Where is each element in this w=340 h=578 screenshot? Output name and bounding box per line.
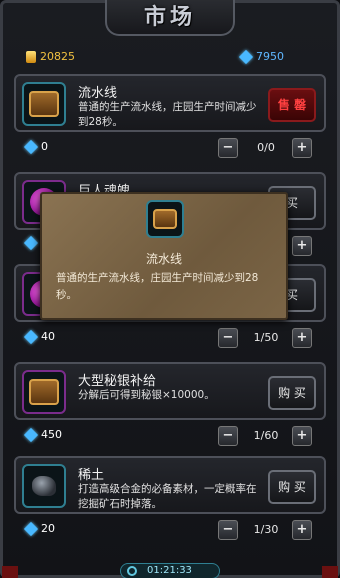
item-icon-frame[interactable] [22, 82, 66, 126]
currency-bar: 20825 7950 [14, 48, 326, 70]
tooltip-icon-frame [146, 200, 184, 238]
increase-button[interactable]: + [292, 328, 312, 348]
corner-ornament [322, 566, 338, 578]
decrease-button[interactable]: − [218, 138, 238, 158]
item-card[interactable]: 大型秘银补给 分解后可得到秘银×10000。 购 买 [14, 362, 326, 420]
item-purchase-row: 40 − 1/50 + [14, 326, 326, 350]
item-name: 大型秘银补给 [78, 374, 157, 389]
gem-icon [23, 329, 39, 344]
corner-ornament [2, 566, 18, 578]
item-desc: 分解后可得到秘银×10000。 [78, 389, 215, 401]
rock-icon [32, 476, 56, 496]
chest-icon [29, 379, 59, 405]
gem-icon [23, 139, 39, 154]
clock-icon [127, 566, 137, 576]
item-card[interactable]: 流水线 普通的生产流水线，庄园生产时间减少到28秒。 售 罄 [14, 74, 326, 132]
refresh-timer: 01:21:33 [120, 563, 220, 578]
quantity-value: 1/60 [253, 429, 279, 442]
item-purchase-row: 450 − 1/60 + [14, 424, 326, 448]
quantity-value: 0/0 [257, 141, 275, 154]
gem-icon [238, 49, 254, 64]
chest-icon [29, 91, 59, 117]
decrease-button[interactable]: − [218, 426, 238, 446]
item-icon-frame[interactable] [22, 464, 66, 508]
item-name: 稀土 [78, 468, 105, 483]
item-price [23, 235, 41, 251]
item-price: 20 [23, 521, 55, 536]
decrease-button[interactable]: − [218, 520, 238, 540]
item-price: 450 [23, 427, 62, 442]
gem-icon [23, 235, 39, 251]
chest-icon [153, 209, 177, 229]
gold-amount: 20825 [40, 50, 75, 63]
item-price: 0 [23, 139, 48, 154]
increase-button[interactable]: + [292, 138, 312, 158]
title-plate: 市场 [105, 0, 235, 36]
price-value: 0 [41, 140, 48, 153]
gem-icon [23, 521, 39, 536]
decrease-button[interactable]: − [218, 328, 238, 348]
gem-amount: 7950 [256, 50, 284, 63]
price-value: 20 [41, 522, 55, 535]
item-purchase-row: 20 − 1/30 + [14, 518, 326, 542]
item-desc: 打造高级合金的必备素材，一定概率在挖掘矿石时掉落。 [78, 483, 257, 510]
buy-button[interactable]: 购 买 [268, 376, 316, 410]
increase-button[interactable]: + [292, 426, 312, 446]
increase-button[interactable]: + [292, 236, 312, 256]
gold-icon [26, 50, 36, 63]
item-price: 40 [23, 329, 55, 344]
item-icon-frame[interactable] [22, 370, 66, 414]
price-value: 450 [41, 428, 62, 441]
quantity-value: 1/50 [253, 331, 279, 344]
gold-balance: 20825 [26, 50, 75, 63]
timer-value: 01:21:33 [147, 565, 192, 576]
gem-icon [23, 427, 39, 442]
tooltip-desc: 普通的生产流水线，庄园生产时间减少到28秒。 [56, 272, 259, 301]
buy-button[interactable]: 购 买 [268, 470, 316, 504]
item-desc: 普通的生产流水线，庄园生产时间减少到28秒。 [78, 101, 257, 128]
quantity-value: 1/30 [253, 523, 279, 536]
increase-button[interactable]: + [292, 520, 312, 540]
sold-out-button[interactable]: 售 罄 [268, 88, 316, 122]
page-title: 市场 [143, 4, 196, 30]
item-purchase-row: 0 − 0/0 + [14, 136, 326, 160]
item-card[interactable]: 稀土 打造高级合金的必备素材，一定概率在挖掘矿石时掉落。 购 买 [14, 456, 326, 514]
price-value: 40 [41, 330, 55, 343]
item-name: 流水线 [78, 86, 118, 101]
item-tooltip: 流水线 普通的生产流水线，庄园生产时间减少到28秒。 [40, 192, 288, 320]
gem-balance: 7950 [238, 49, 284, 64]
tooltip-title: 流水线 [145, 252, 182, 266]
